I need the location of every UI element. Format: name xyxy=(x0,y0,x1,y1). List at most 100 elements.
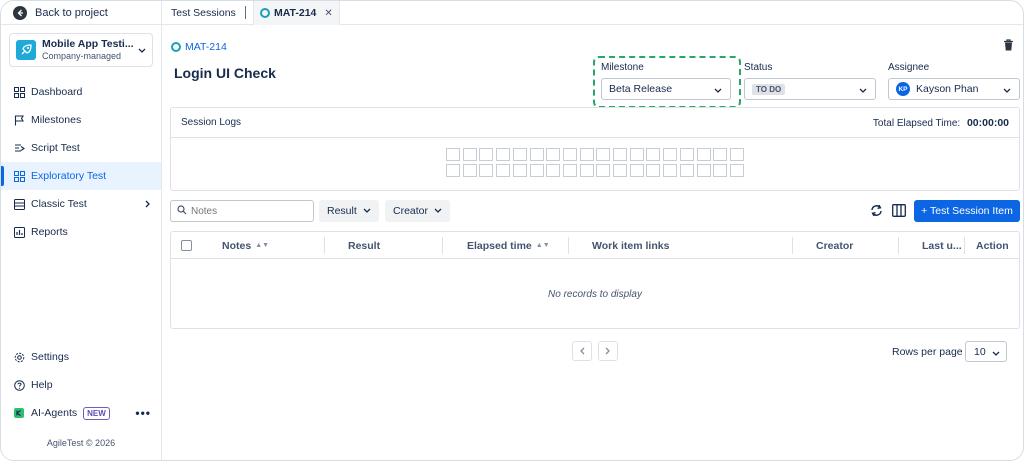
notes-search[interactable] xyxy=(170,200,314,222)
issue-key-link[interactable]: MAT-214 xyxy=(171,41,227,53)
ai-agents-label: AI-Agents xyxy=(31,407,78,419)
session-logs-title: Session Logs xyxy=(181,117,242,128)
script-icon xyxy=(13,142,25,154)
sidebar-item-label: Help xyxy=(31,379,53,391)
tab-label: Test Sessions xyxy=(171,7,236,19)
next-page-button[interactable] xyxy=(598,341,618,361)
sidebar-item-milestones[interactable]: Milestones xyxy=(1,106,161,134)
timeline-cell xyxy=(479,164,494,177)
column-label: Notes xyxy=(222,239,252,252)
sort-icon: ▲▼ xyxy=(255,242,270,249)
add-test-session-item-button[interactable]: + Test Session Item xyxy=(914,200,1020,222)
avatar: KP xyxy=(896,82,910,96)
timeline-cell xyxy=(629,148,644,161)
column-label: Result xyxy=(348,239,381,252)
sidebar-item-script-test[interactable]: Script Test xyxy=(1,134,161,162)
rows-per-page-select[interactable]: 10 xyxy=(965,341,1007,362)
elapsed-label: Total Elapsed Time: xyxy=(872,117,961,129)
column-header-work-item-links[interactable]: Work item links xyxy=(592,232,669,259)
column-header-last-updated[interactable]: Last u... xyxy=(922,232,962,259)
timeline-cell xyxy=(696,148,711,161)
chevron-right-icon xyxy=(605,347,610,355)
sidebar-item-ai-agents[interactable]: AI-Agents NEW ••• xyxy=(1,399,161,427)
column-divider xyxy=(792,237,793,254)
timeline-cell xyxy=(529,164,544,177)
columns-icon[interactable] xyxy=(892,204,906,220)
tab-bar: Test Sessions MAT-214 ✕ xyxy=(162,1,1023,25)
close-icon[interactable]: ✕ xyxy=(324,8,332,19)
sidebar-nav: Dashboard Milestones Script Test Explora… xyxy=(1,78,161,246)
previous-page-button[interactable] xyxy=(572,341,592,361)
column-label: Last u... xyxy=(922,239,962,252)
sidebar-item-settings[interactable]: Settings xyxy=(1,343,161,371)
result-filter-button[interactable]: Result xyxy=(319,200,379,222)
project-rocket-icon xyxy=(16,40,36,60)
sidebar-bottom: Settings Help AI-Agents NEW ••• xyxy=(1,343,161,427)
column-header-notes[interactable]: Notes ▲▼ xyxy=(222,232,269,259)
sidebar-item-label: Script Test xyxy=(31,142,80,154)
creator-filter-button[interactable]: Creator xyxy=(385,200,451,222)
timeline-cell xyxy=(496,148,511,161)
status-badge: TO DO xyxy=(752,83,786,95)
search-icon xyxy=(177,204,187,218)
more-options-icon[interactable]: ••• xyxy=(135,406,151,420)
flag-icon xyxy=(13,114,25,126)
timeline-cell xyxy=(446,164,460,177)
column-header-elapsed-time[interactable]: Elapsed time ▲▼ xyxy=(467,232,550,259)
app-window: Back to project Mobile App Testi... Comp… xyxy=(0,0,1024,461)
timeline-cell xyxy=(646,148,661,161)
timeline-cell xyxy=(546,148,561,161)
tab-test-sessions[interactable]: Test Sessions xyxy=(171,1,236,25)
select-all-checkbox[interactable] xyxy=(181,240,192,251)
timeline-cell xyxy=(729,148,744,161)
rows-per-page-label: Rows per page xyxy=(892,346,963,358)
tab-mat-214[interactable]: MAT-214 ✕ xyxy=(253,1,340,25)
sidebar-item-dashboard[interactable]: Dashboard xyxy=(1,78,161,106)
timeline-cell xyxy=(512,164,527,177)
sidebar-item-reports[interactable]: Reports xyxy=(1,218,161,246)
list-icon xyxy=(13,198,25,210)
refresh-icon[interactable] xyxy=(870,204,883,220)
timeline-cell xyxy=(679,148,694,161)
project-switcher[interactable]: Mobile App Testi... Company-managed xyxy=(9,33,153,67)
timeline-cell xyxy=(462,164,477,177)
session-icon xyxy=(171,42,181,52)
notes-input[interactable] xyxy=(191,205,301,217)
sidebar-item-help[interactable]: Help xyxy=(1,371,161,399)
column-divider xyxy=(964,237,965,254)
trash-icon[interactable] xyxy=(1003,39,1014,54)
column-header-creator[interactable]: Creator xyxy=(816,232,853,259)
sidebar-item-exploratory-test[interactable]: Exploratory Test xyxy=(1,162,161,190)
milestone-select[interactable]: Beta Release xyxy=(601,78,731,100)
dashboard-icon xyxy=(13,86,25,98)
column-header-action: Action xyxy=(976,232,1009,259)
sidebar-item-label: Exploratory Test xyxy=(31,170,107,182)
sidebar-item-label: Classic Test xyxy=(31,198,87,210)
timeline-cell xyxy=(613,164,627,177)
timeline-cell xyxy=(446,148,460,161)
sidebar-item-label: Dashboard xyxy=(31,86,83,98)
gear-icon xyxy=(13,351,25,363)
back-to-project-link[interactable]: Back to project xyxy=(1,1,161,25)
timeline-cell xyxy=(613,148,627,161)
timeline-cell xyxy=(462,148,477,161)
sidebar-item-label: Reports xyxy=(31,226,68,238)
back-arrow-icon xyxy=(13,5,27,20)
milestone-label: Milestone xyxy=(601,62,644,73)
timeline-cell xyxy=(663,148,678,161)
timeline-cell xyxy=(562,148,577,161)
tab-label: MAT-214 xyxy=(274,7,317,19)
column-header-result[interactable]: Result xyxy=(348,232,380,259)
column-divider xyxy=(324,237,325,254)
session-items-table: Notes ▲▼ Result Elapsed time ▲▼ Work item … xyxy=(170,231,1020,329)
assignee-label: Assignee xyxy=(888,62,930,73)
assignee-select[interactable]: KP Kayson Phan xyxy=(888,78,1020,100)
sort-icon: ▲▼ xyxy=(535,242,550,249)
session-logs-header: Session Logs Total Elapsed Time: 00:00:0… xyxy=(171,108,1019,138)
column-label: Creator xyxy=(816,239,854,252)
tab-divider xyxy=(245,6,246,19)
page-title: Login UI Check xyxy=(174,65,276,81)
sidebar-item-classic-test[interactable]: Classic Test xyxy=(1,190,161,218)
timeline-cell xyxy=(713,164,728,177)
status-select[interactable]: TO DO xyxy=(744,78,876,100)
